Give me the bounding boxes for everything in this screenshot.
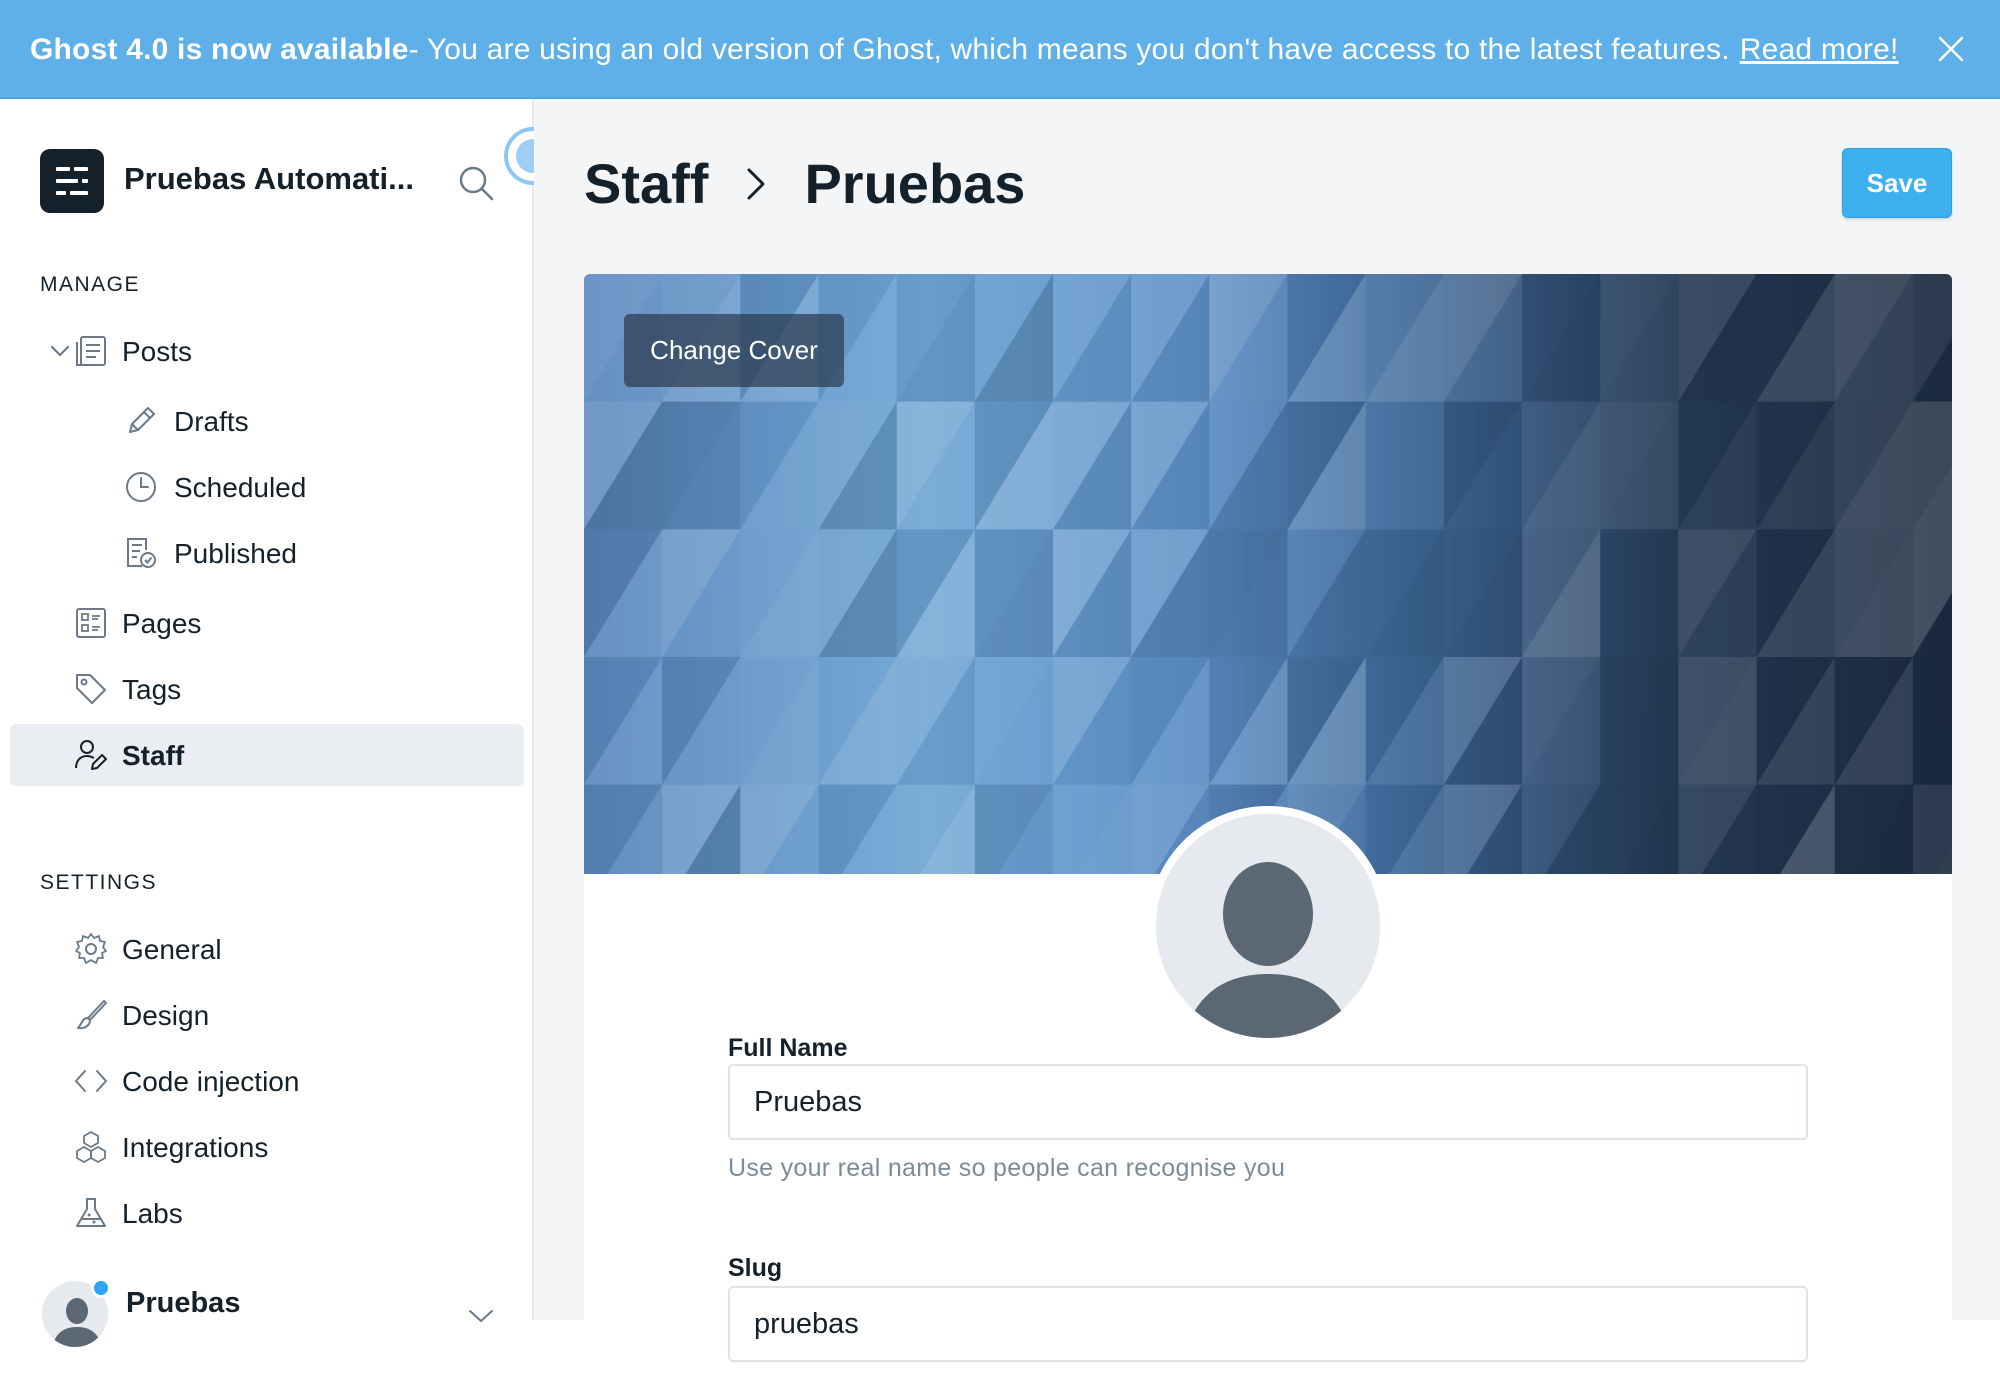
update-banner: Ghost 4.0 is now available - You are usi…	[0, 0, 2000, 99]
sidebar-item-code-injection[interactable]: Code injection	[10, 1050, 524, 1112]
banner-read-more-link[interactable]: Read more!	[1740, 33, 1899, 67]
status-dot	[91, 1278, 111, 1298]
user-name: Pruebas	[126, 1287, 241, 1319]
banner-message: - You are using an old version of Ghost,…	[408, 32, 1730, 66]
sidebar-item-integrations[interactable]: Integrations	[10, 1116, 524, 1178]
cover-image: Change Cover	[584, 274, 1952, 874]
code-icon	[74, 1064, 108, 1098]
sidebar-item-label: Labs	[122, 1198, 183, 1229]
sidebar-item-label: Integrations	[122, 1132, 269, 1163]
banner-text: Ghost 4.0 is now available - You are usi…	[30, 0, 1899, 99]
posts-icon	[74, 334, 108, 368]
clock-icon	[124, 470, 158, 504]
staff-icon	[74, 738, 108, 772]
search-icon[interactable]	[456, 163, 496, 203]
breadcrumb-staff-link[interactable]: Staff	[584, 151, 708, 216]
sidebar-item-general[interactable]: General	[10, 918, 524, 980]
sidebar-item-label: Drafts	[174, 406, 249, 437]
sidebar-item-posts[interactable]: Posts	[10, 320, 524, 382]
full-name-label: Full Name	[728, 1034, 848, 1062]
brush-icon	[74, 998, 108, 1032]
close-icon[interactable]	[1934, 32, 1968, 66]
published-document-icon	[124, 536, 158, 570]
sidebar-item-design[interactable]: Design	[10, 984, 524, 1046]
sidebar-item-staff[interactable]: Staff	[10, 724, 524, 786]
sidebar-item-label: Staff	[122, 740, 185, 771]
sidebar-item-tags[interactable]: Tags	[10, 658, 524, 720]
sidebar-item-label: Tags	[122, 674, 182, 705]
chevron-right-icon	[736, 164, 776, 204]
sidebar-item-drafts[interactable]: Drafts	[10, 390, 524, 452]
sidebar-item-label: Posts	[122, 336, 193, 367]
profile-card: Change Cover Full Name Use your real nam…	[584, 274, 1952, 1374]
integrations-icon	[74, 1130, 108, 1164]
site-title[interactable]: Pruebas Automati...	[124, 161, 414, 197]
sidebar-item-labs[interactable]: Labs	[10, 1182, 524, 1244]
profile-avatar[interactable]	[1148, 806, 1388, 1046]
settings-heading: SETTINGS	[40, 871, 158, 894]
user-menu[interactable]: Pruebas	[40, 1278, 500, 1349]
manage-heading: MANAGE	[40, 273, 141, 296]
flask-icon	[74, 1196, 108, 1230]
save-button[interactable]: Save	[1842, 148, 1952, 218]
slug-field[interactable]	[728, 1286, 1808, 1362]
page-title: Pruebas	[804, 152, 1026, 215]
full-name-field[interactable]	[728, 1064, 1808, 1140]
gear-icon	[74, 932, 108, 966]
tag-icon	[74, 672, 108, 706]
pencil-icon	[124, 404, 158, 438]
change-cover-button[interactable]: Change Cover	[624, 314, 844, 387]
sidebar-item-label: Pages	[122, 608, 202, 639]
sidebar-item-label: Published	[174, 538, 297, 569]
pages-icon	[74, 606, 108, 640]
banner-title: Ghost 4.0 is now available	[30, 32, 409, 66]
sidebar: Pruebas Automati... MANAGE Posts Drafts …	[0, 99, 562, 1349]
breadcrumb: Staff Pruebas	[584, 151, 1025, 216]
sidebar-item-label: Scheduled	[174, 472, 307, 503]
sidebar-item-label: Code injection	[122, 1066, 300, 1097]
slug-label: Slug	[728, 1254, 783, 1282]
full-name-help: Use your real name so people can recogni…	[728, 1154, 1286, 1182]
chevron-down-icon[interactable]	[50, 344, 70, 358]
sidebar-item-scheduled[interactable]: Scheduled	[10, 456, 524, 518]
main-content: Staff Pruebas Save Change Cover Full Nam…	[534, 99, 2000, 1374]
sidebar-item-label: Design	[122, 1000, 210, 1031]
chevron-down-icon[interactable]	[466, 1307, 496, 1327]
sidebar-item-pages[interactable]: Pages	[10, 592, 524, 654]
sidebar-item-label: General	[122, 934, 222, 965]
site-logo[interactable]	[40, 149, 104, 213]
sidebar-item-published[interactable]: Published	[10, 522, 524, 584]
